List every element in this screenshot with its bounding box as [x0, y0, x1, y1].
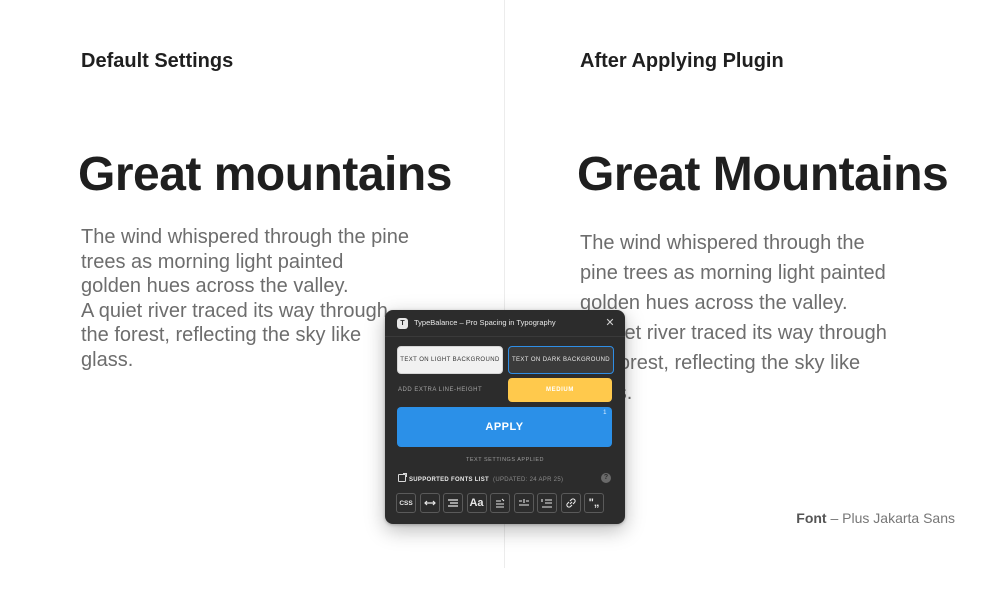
list-button[interactable] — [537, 493, 557, 513]
plugin-header: T TypeBalance – Pro Spacing in Typograph… — [385, 310, 625, 337]
help-icon[interactable]: ? — [601, 473, 611, 483]
strikethrough-button[interactable] — [490, 493, 510, 513]
sample-heading-after: Great Mountains — [577, 148, 949, 201]
paragraph-line: golden hues across the valley. — [81, 275, 349, 297]
font-credit: Font – Plus Jakarta Sans — [796, 510, 955, 526]
paragraph-line: pine trees as morning light painted — [580, 262, 886, 284]
numbered-list-icon — [541, 499, 552, 508]
word-spacing-icon — [518, 499, 529, 506]
css-button[interactable]: CSS — [396, 493, 416, 513]
sample-heading-default: Great mountains — [78, 148, 452, 201]
status-text: TEXT SETTINGS APPLIED — [466, 457, 544, 463]
paragraph-line: trees as morning light painted — [81, 250, 344, 273]
external-link-icon — [398, 473, 407, 482]
typebalance-plugin-window: T TypeBalance – Pro Spacing in Typograph… — [385, 310, 625, 524]
text-align-icon — [448, 499, 458, 507]
plugin-logo-icon: T — [397, 318, 408, 329]
link-button[interactable] — [560, 493, 581, 513]
css-button-label: CSS — [399, 499, 413, 507]
dark-background-button[interactable]: TEXT ON DARK BACKGROUND — [508, 346, 614, 374]
line-height-medium-button[interactable]: MEDIUM — [508, 378, 612, 402]
paragraph-line: golden hues across the valley. — [580, 292, 848, 314]
plugin-toolbar: CSS Aa "„ — [396, 493, 604, 513]
paragraph-line: The wind whispered through the — [580, 232, 865, 254]
close-icon[interactable]: ✕ — [603, 316, 617, 330]
align-button[interactable] — [443, 493, 463, 513]
letter-spacing-button[interactable] — [419, 493, 440, 513]
font-credit-value: – Plus Jakarta Sans — [826, 510, 955, 526]
horizontal-arrows-icon — [423, 500, 436, 506]
apply-count-badge: 1 — [603, 410, 607, 416]
paragraph-line: The wind whispered through the pine — [81, 226, 409, 248]
word-spacing-button[interactable] — [513, 493, 534, 513]
supported-fonts-link[interactable]: SUPPORTED FONTS LIST (UPDATED: 24 APR 25) — [398, 473, 564, 483]
strikethrough-icon — [496, 498, 505, 508]
font-credit-label: Font — [796, 510, 827, 526]
supported-fonts-updated: (UPDATED: 24 APR 25) — [493, 477, 564, 483]
line-height-label: ADD EXTRA LINE-HEIGHT — [398, 387, 483, 393]
text-case-button[interactable]: Aa — [466, 493, 487, 513]
paragraph-line: glass. — [580, 378, 925, 408]
quotes-button[interactable]: "„ — [584, 493, 604, 513]
light-background-button[interactable]: TEXT ON LIGHT BACKGROUND — [397, 346, 503, 374]
plugin-title: TypeBalance – Pro Spacing in Typography — [414, 318, 556, 327]
quotes-icon: "„ — [588, 497, 600, 509]
sample-paragraph-after: The wind whispered through the pine tree… — [580, 228, 925, 408]
paragraph-line: A quiet river traced its way through — [580, 322, 887, 344]
link-icon — [565, 498, 576, 508]
text-case-label: Aa — [469, 497, 484, 509]
section-title-default: Default Settings — [81, 50, 234, 72]
paragraph-line: the forest, reflecting the sky like — [580, 352, 861, 374]
section-title-after: After Applying Plugin — [580, 50, 784, 72]
apply-button-label: APPLY — [485, 421, 524, 433]
apply-button[interactable]: APPLY 1 — [397, 407, 612, 447]
supported-fonts-label: SUPPORTED FONTS LIST — [409, 477, 490, 483]
